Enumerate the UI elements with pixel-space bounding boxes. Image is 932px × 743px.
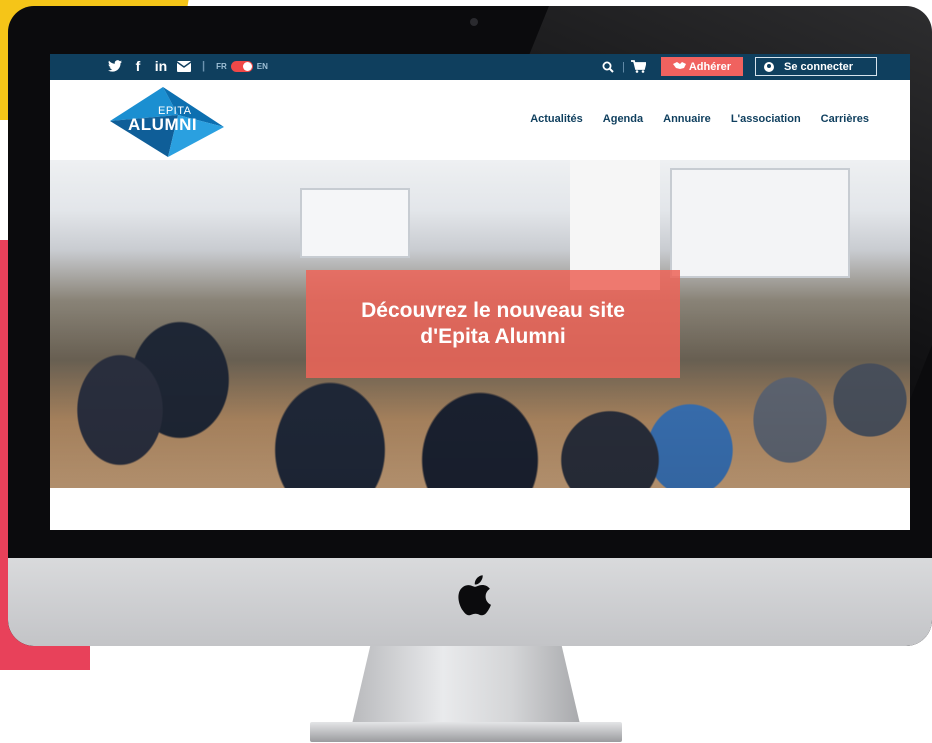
epita-alumni-logo[interactable]: EPITA ALUMNI (108, 85, 224, 157)
twitter-icon[interactable] (108, 59, 122, 73)
cart-icon[interactable] (631, 59, 647, 75)
divider: | (621, 60, 625, 73)
nav-item-actualites[interactable]: Actualités (530, 113, 583, 125)
nav-item-annuaire[interactable]: Annuaire (663, 113, 711, 125)
apple-logo-icon (458, 575, 491, 616)
facebook-icon[interactable]: f (131, 58, 145, 74)
page-content-area (50, 488, 910, 530)
imac-stand (352, 646, 580, 724)
imac-monitor: f in | FR EN | Adhérer Se connecter EPIT… (8, 6, 932, 646)
camera-dot (470, 18, 478, 26)
login-button[interactable]: Se connecter (755, 57, 877, 76)
hero-title: Découvrez le nouveau site d'Epita Alumni (361, 299, 625, 348)
logo-alumni-text: ALUMNI (128, 115, 198, 134)
search-icon[interactable] (600, 59, 616, 75)
social-links: f in | FR EN (108, 58, 268, 74)
user-icon (764, 61, 774, 72)
login-label: Se connecter (784, 60, 854, 73)
hero-banner: Découvrez le nouveau site d'Epita Alumni (50, 160, 910, 488)
lang-fr-label[interactable]: FR (216, 62, 227, 71)
mail-icon[interactable] (177, 59, 191, 73)
join-button[interactable]: Adhérer (660, 57, 743, 76)
linkedin-icon[interactable]: in (154, 58, 168, 74)
main-nav: Actualités Agenda Annuaire L'association… (530, 113, 869, 125)
site-header: EPITA ALUMNI Actualités Agenda Annuaire … (50, 80, 910, 160)
nav-item-association[interactable]: L'association (731, 113, 801, 125)
language-toggle[interactable] (230, 60, 253, 72)
hero-caption-box[interactable]: Découvrez le nouveau site d'Epita Alumni (306, 270, 680, 378)
lang-en-label[interactable]: EN (257, 62, 268, 71)
stage: f in | FR EN | Adhérer Se connecter EPIT… (0, 0, 932, 743)
nav-item-agenda[interactable]: Agenda (603, 113, 643, 125)
imac-stand-foot (310, 722, 622, 742)
top-bar: f in | FR EN | Adhérer Se connecter (50, 54, 910, 80)
language-switch[interactable]: FR EN (216, 60, 268, 72)
join-label: Adhérer (688, 60, 731, 73)
handshake-icon (672, 61, 686, 73)
website-screen: f in | FR EN | Adhérer Se connecter EPIT… (50, 54, 910, 530)
divider: | (202, 60, 206, 72)
topbar-actions: | Adhérer Se connecter (600, 57, 877, 76)
nav-item-carrieres[interactable]: Carrières (821, 113, 869, 125)
